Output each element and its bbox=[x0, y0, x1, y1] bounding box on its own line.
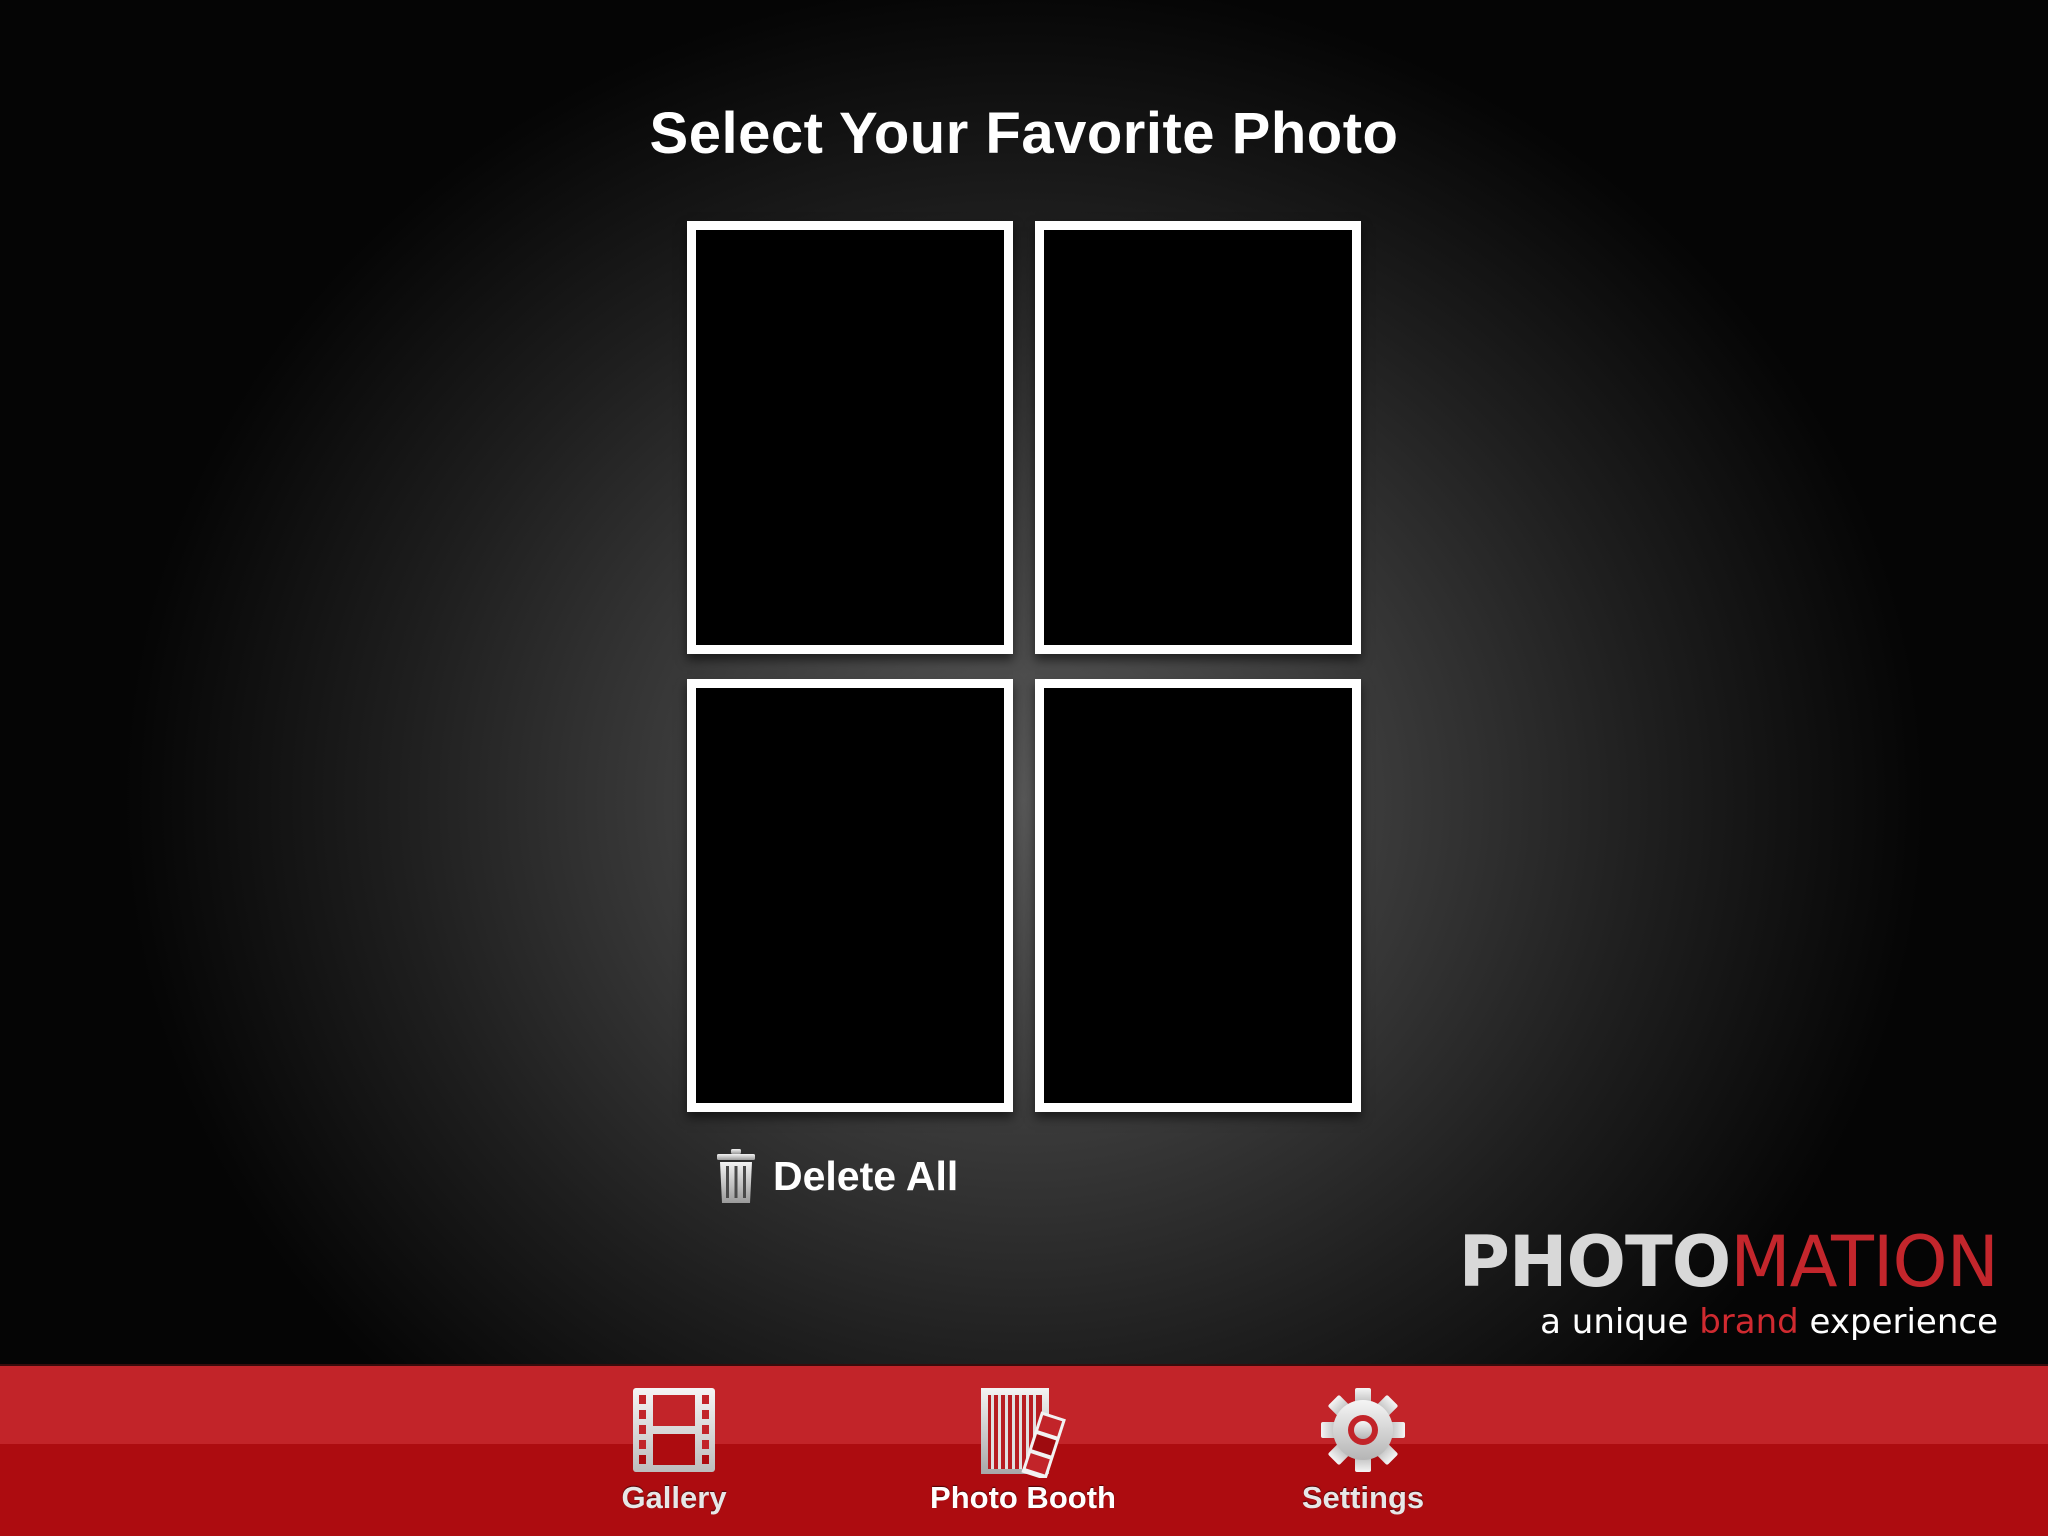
photo-booth-icon bbox=[981, 1388, 1066, 1478]
tab-gallery-label: Gallery bbox=[621, 1480, 727, 1515]
tagline-accent: brand bbox=[1699, 1302, 1799, 1342]
film-strip-icon bbox=[633, 1388, 715, 1472]
photo-grid bbox=[687, 221, 1361, 1112]
gear-icon bbox=[1321, 1388, 1405, 1472]
brand-logo: PHOTOMATION a unique brand experience bbox=[1458, 1221, 1999, 1342]
photo-slot-1[interactable] bbox=[687, 221, 1013, 654]
tab-settings-label: Settings bbox=[1301, 1480, 1425, 1515]
trash-icon bbox=[717, 1149, 755, 1203]
delete-all-label: Delete All bbox=[773, 1152, 959, 1199]
logo-primary: PHOTO bbox=[1458, 1221, 1732, 1303]
page-title: Select Your Favorite Photo bbox=[649, 101, 1399, 166]
photo-selection-screen: Select Your Favorite Photo Delete All PH… bbox=[0, 0, 2048, 1536]
photo-slot-3[interactable] bbox=[687, 679, 1013, 1112]
bottom-tab-bar: Gallery Photo Booth Settings bbox=[0, 1364, 2048, 1536]
logo-secondary: MATION bbox=[1730, 1221, 1999, 1303]
brand-tagline: a unique brand experience bbox=[1459, 1302, 1998, 1342]
photo-slot-4[interactable] bbox=[1035, 679, 1361, 1112]
tagline-pre: a unique bbox=[1540, 1302, 1700, 1342]
tab-photo-booth-label: Photo Booth bbox=[930, 1480, 1116, 1515]
photo-slot-2[interactable] bbox=[1035, 221, 1361, 654]
tab-gallery[interactable]: Gallery bbox=[544, 1366, 804, 1536]
tab-settings[interactable]: Settings bbox=[1233, 1366, 1493, 1536]
delete-all-button[interactable]: Delete All bbox=[715, 1146, 958, 1206]
logo-wordmark: PHOTOMATION bbox=[1458, 1221, 1999, 1303]
tab-photo-booth[interactable]: Photo Booth bbox=[893, 1366, 1153, 1536]
tagline-post: experience bbox=[1798, 1302, 1998, 1342]
